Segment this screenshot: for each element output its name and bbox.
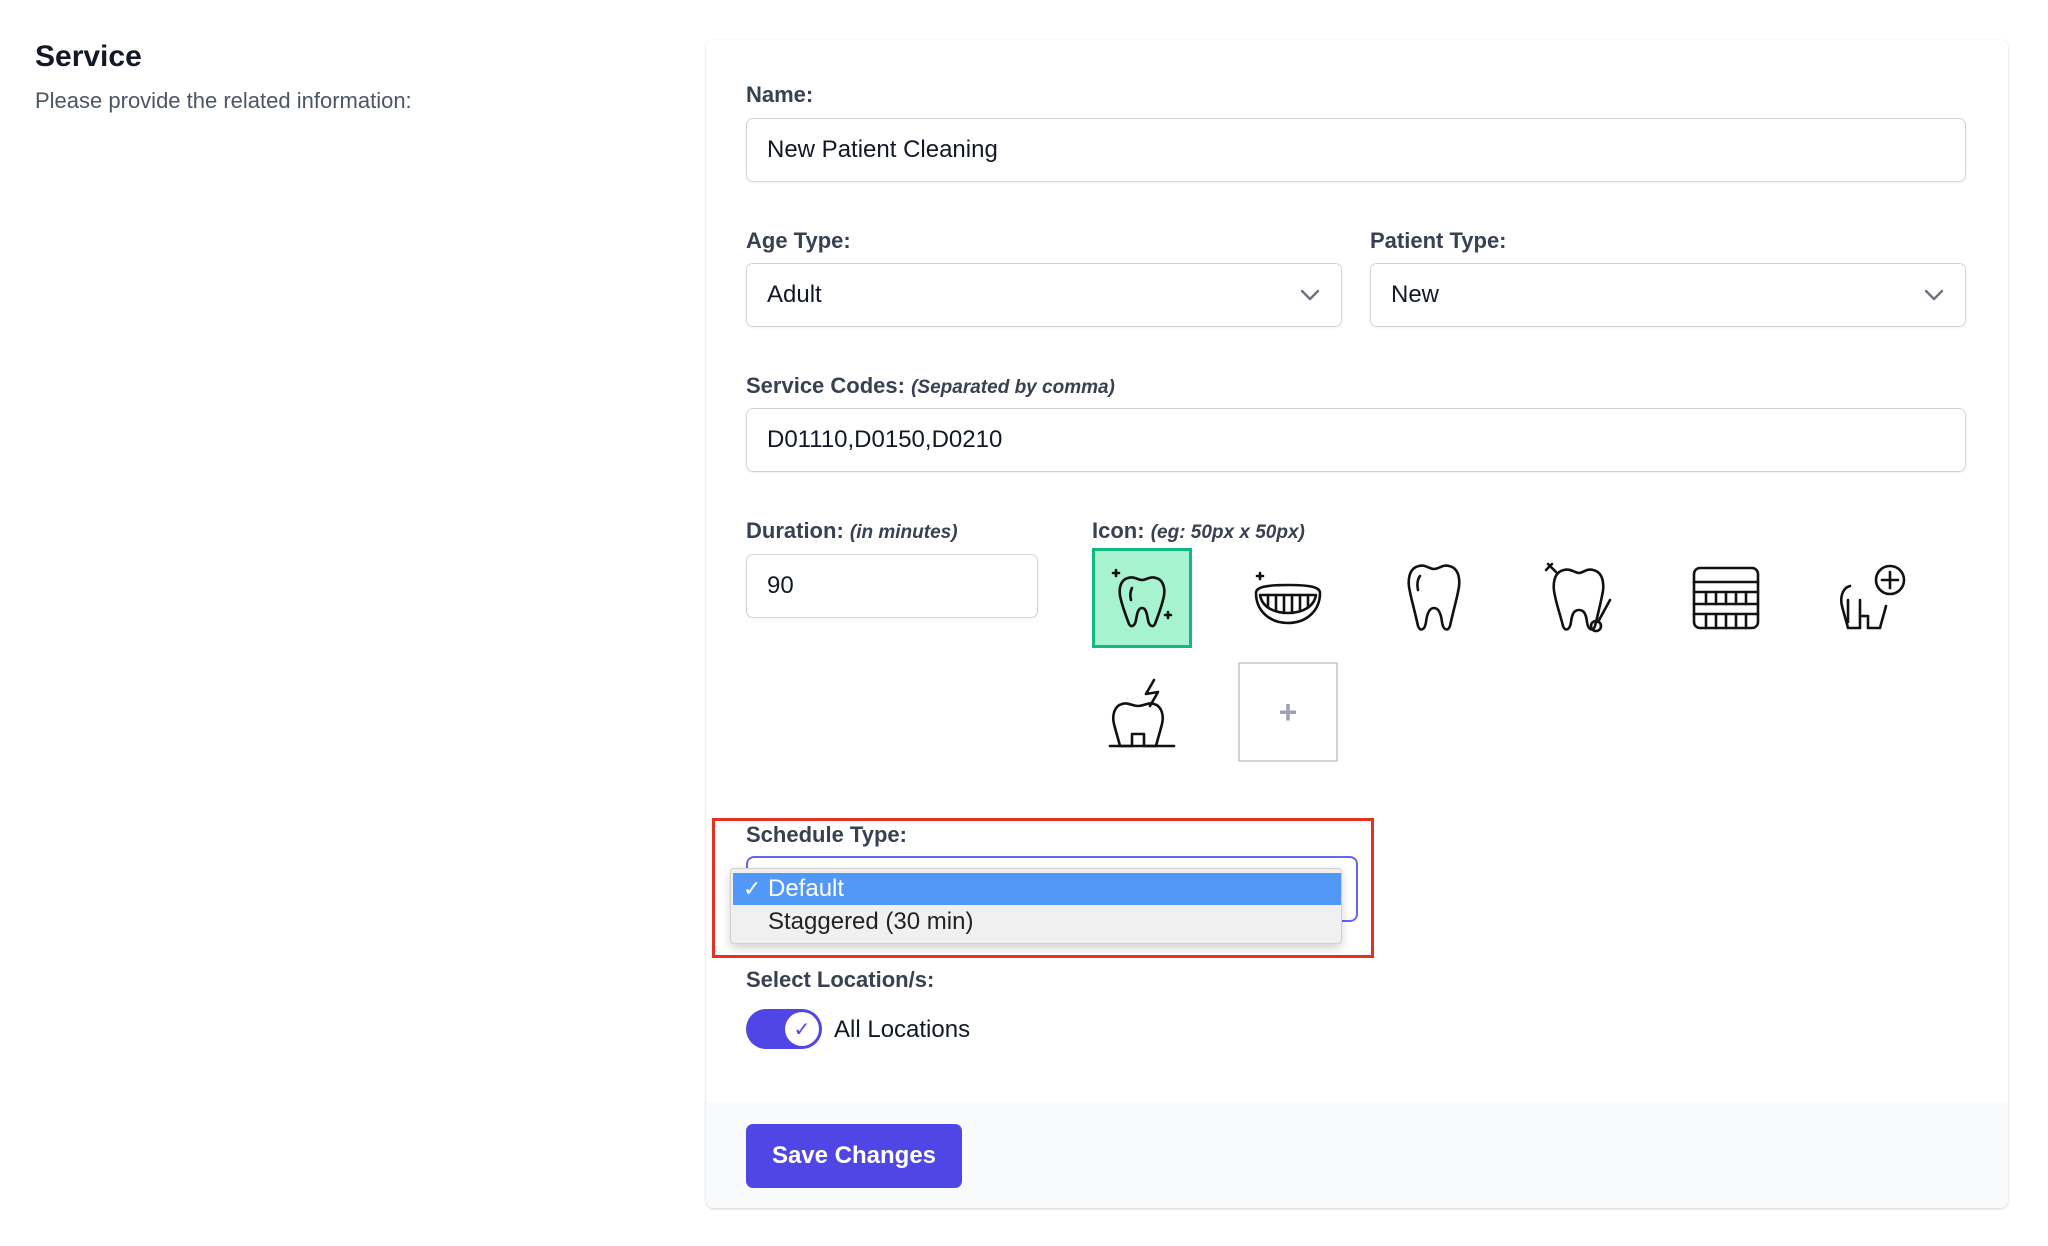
icon-option-tooth-plus[interactable] <box>1822 548 1922 648</box>
duration-value: 90 <box>767 572 794 599</box>
schedule-type-label-text: Schedule Type: <box>746 822 907 847</box>
icon-option-denture[interactable] <box>1676 548 1776 648</box>
chevron-down-icon <box>1923 284 1945 306</box>
tooth-icon <box>1407 564 1461 631</box>
all-locations-toggle[interactable]: ✓ <box>746 1009 822 1049</box>
age-type-label: Age Type: <box>746 228 851 254</box>
patient-type-select[interactable]: New <box>1370 263 1966 327</box>
schedule-option-default-label: Default <box>768 875 845 902</box>
teeth-smile-icon <box>1254 571 1322 625</box>
schedule-option-staggered[interactable]: Staggered (30 min) <box>733 906 1341 938</box>
locations-label-text: Select Location/s: <box>746 967 935 992</box>
name-input[interactable]: New Patient Cleaning <box>746 118 1966 182</box>
icon-option-tooth-sparkle[interactable] <box>1092 548 1192 648</box>
section-description: Please provide the related information: <box>35 88 412 113</box>
chevron-down-icon <box>1299 284 1321 306</box>
duration-label-text: Duration: <box>746 518 844 543</box>
icon-label-text: Icon: <box>1092 518 1145 543</box>
icon-option-tooth-pain[interactable] <box>1092 664 1192 764</box>
icon-label: Icon: (eg: 50px x 50px) <box>1092 518 1305 544</box>
service-codes-value: D01110,D0150,D0210 <box>767 426 1003 453</box>
duration-hint: (in minutes) <box>849 522 958 543</box>
all-locations-label: All Locations <box>834 1016 971 1043</box>
schedule-option-staggered-label: Staggered (30 min) <box>768 908 974 935</box>
patient-type-label-text: Patient Type: <box>1370 228 1507 253</box>
icon-option-tooth[interactable] <box>1384 548 1484 648</box>
icon-option-teeth-smile[interactable] <box>1238 548 1338 648</box>
check-icon: ✓ <box>793 1018 811 1041</box>
denture-icon <box>1692 566 1760 630</box>
name-label-text: Name: <box>746 82 814 107</box>
patient-type-value: New <box>1391 281 1440 308</box>
schedule-type-dropdown: ✓ Default Staggered (30 min) <box>730 868 1342 944</box>
name-label: Name: <box>746 82 813 108</box>
section-title: Service <box>35 40 142 73</box>
service-codes-hint: (Separated by comma) <box>911 377 1115 398</box>
icon-option-tooth-brush[interactable] <box>1530 548 1630 648</box>
service-codes-input[interactable]: D01110,D0150,D0210 <box>746 408 1966 472</box>
icon-hint: (eg: 50px x 50px) <box>1150 522 1305 543</box>
name-input-value: New Patient Cleaning <box>767 136 998 163</box>
add-icon-button[interactable]: + <box>1238 662 1338 762</box>
schedule-type-label: Schedule Type: <box>746 822 907 848</box>
tooth-sparkle-icon <box>1111 568 1173 628</box>
duration-label: Duration: (in minutes) <box>746 518 958 544</box>
schedule-option-default[interactable]: ✓ Default <box>733 873 1341 905</box>
duration-input[interactable]: 90 <box>746 554 1038 618</box>
age-type-label-text: Age Type: <box>746 228 851 253</box>
service-codes-label-text: Service Codes: <box>746 373 905 398</box>
toggle-knob: ✓ <box>785 1012 819 1046</box>
plus-icon: + <box>1278 693 1298 730</box>
tooth-pain-icon <box>1108 678 1176 748</box>
tooth-brush-icon <box>1544 562 1612 633</box>
tooth-plus-icon <box>1839 564 1906 630</box>
check-icon: ✓ <box>743 876 762 901</box>
age-type-select[interactable]: Adult <box>746 263 1342 327</box>
save-changes-button[interactable]: Save Changes <box>746 1124 962 1188</box>
page: Service Please provide the related infor… <box>0 0 2048 1246</box>
age-type-value: Adult <box>767 281 822 308</box>
locations-label: Select Location/s: <box>746 967 934 993</box>
patient-type-label: Patient Type: <box>1370 228 1507 254</box>
service-codes-label: Service Codes: (Separated by comma) <box>746 373 1115 399</box>
